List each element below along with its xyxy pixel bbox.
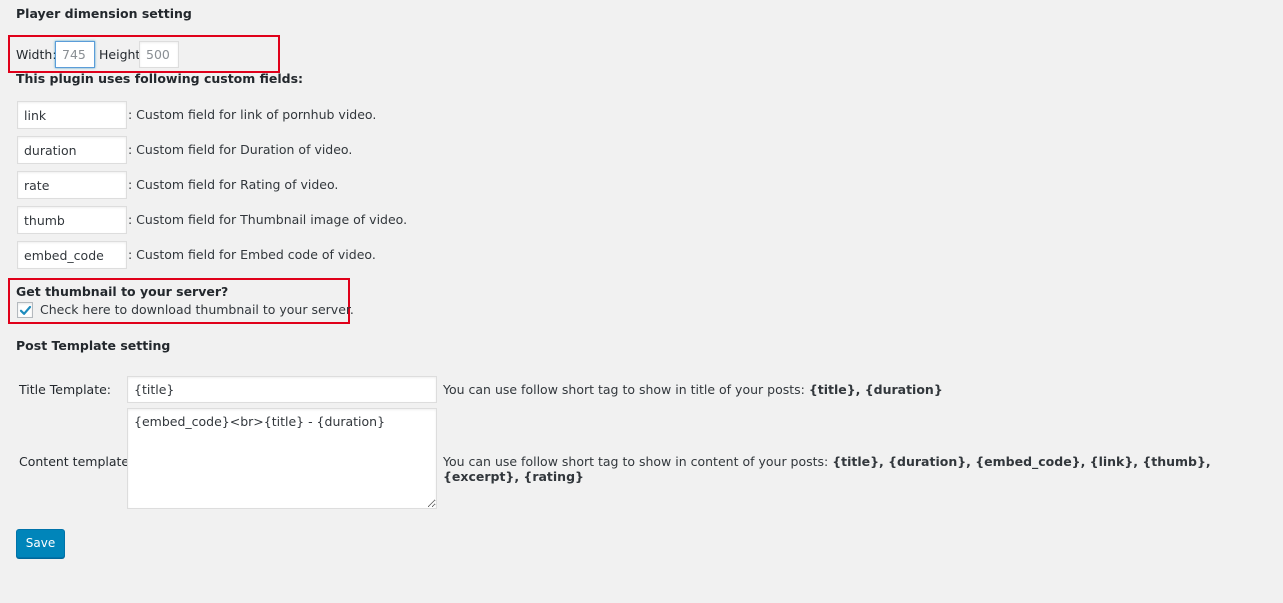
settings-page: Player dimension setting Width: Height T… xyxy=(0,0,1283,603)
custom-field-rate-desc: : Custom field for Rating of video. xyxy=(128,177,339,192)
content-template-textarea[interactable]: {embed_code}<br>{title} - {duration} xyxy=(127,408,437,509)
content-template-hint-text: You can use follow short tag to show in … xyxy=(443,454,833,469)
custom-field-thumb-desc: : Custom field for Thumbnail image of vi… xyxy=(128,212,408,227)
custom-field-embed-code-input[interactable] xyxy=(17,241,127,269)
title-template-hint-text: You can use follow short tag to show in … xyxy=(443,382,809,397)
content-template-hint: You can use follow short tag to show in … xyxy=(443,454,1283,484)
custom-field-embed-code-desc: : Custom field for Embed code of video. xyxy=(128,247,376,262)
title-template-label: Title Template: xyxy=(19,382,112,397)
post-template-title: Post Template setting xyxy=(16,338,171,353)
download-thumbnail-label[interactable]: Check here to download thumbnail to your… xyxy=(40,302,354,317)
player-dimension-title: Player dimension setting xyxy=(16,6,192,21)
thumbnail-title: Get thumbnail to your server? xyxy=(16,284,229,299)
title-template-hint-tags: {title}, {duration} xyxy=(808,382,943,397)
custom-field-link-desc: : Custom field for link of pornhub video… xyxy=(128,107,377,122)
height-input[interactable] xyxy=(139,41,179,68)
custom-field-rate-input[interactable] xyxy=(17,171,127,199)
save-button[interactable]: Save xyxy=(16,529,65,558)
width-label: Width: xyxy=(16,47,57,62)
checkmark-icon xyxy=(19,305,32,315)
custom-fields-title: This plugin uses following custom fields… xyxy=(16,71,304,86)
width-input[interactable] xyxy=(55,41,95,68)
download-thumbnail-checkbox[interactable] xyxy=(17,302,33,318)
custom-field-duration-desc: : Custom field for Duration of video. xyxy=(128,142,353,157)
title-template-hint: You can use follow short tag to show in … xyxy=(443,382,943,397)
height-label: Height xyxy=(99,47,141,62)
custom-field-duration-input[interactable] xyxy=(17,136,127,164)
title-template-input[interactable] xyxy=(127,376,437,403)
custom-field-thumb-input[interactable] xyxy=(17,206,127,234)
custom-field-link-input[interactable] xyxy=(17,101,127,129)
content-template-label: Content template: xyxy=(19,454,134,469)
